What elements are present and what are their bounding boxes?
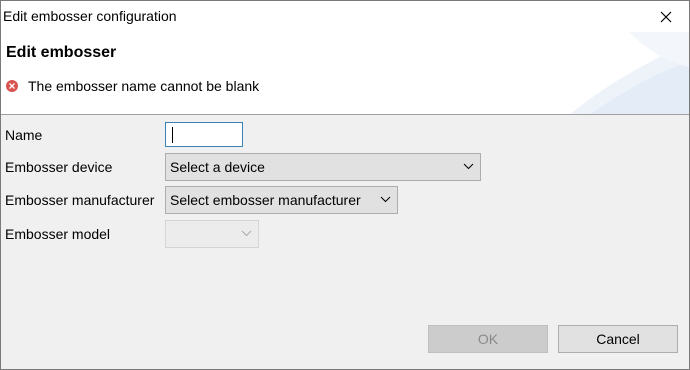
- dialog-window: Edit embosser configuration Edit embosse…: [0, 0, 690, 370]
- error-message: The embosser name cannot be blank: [28, 78, 260, 94]
- banner-decoration: [570, 32, 689, 114]
- close-button[interactable]: [643, 1, 689, 32]
- page-title: Edit embosser: [6, 44, 117, 61]
- device-select[interactable]: Select a device: [165, 153, 481, 181]
- close-icon: [660, 11, 672, 22]
- manufacturer-select[interactable]: Select embosser manufacturer: [165, 186, 398, 214]
- manufacturer-select-value: Select embosser manufacturer: [170, 192, 361, 208]
- name-label: Name: [5, 127, 43, 143]
- ok-button[interactable]: OK: [428, 325, 548, 353]
- name-field[interactable]: [165, 122, 243, 147]
- title-bar: Edit embosser configuration: [1, 1, 689, 32]
- header-banner: Edit embosser The embosser name cannot b…: [1, 32, 689, 115]
- text-caret: [172, 127, 173, 143]
- manufacturer-label: Embosser manufacturer: [5, 192, 155, 208]
- window-title: Edit embosser configuration: [3, 8, 177, 24]
- device-label: Embosser device: [5, 159, 113, 175]
- chevron-down-icon: [380, 196, 391, 203]
- model-select[interactable]: [165, 220, 259, 248]
- chevron-down-icon: [241, 230, 252, 237]
- model-label: Embosser model: [5, 226, 111, 242]
- error-message-row: The embosser name cannot be blank: [6, 78, 259, 94]
- cancel-button[interactable]: Cancel: [558, 325, 678, 353]
- device-select-value: Select a device: [170, 159, 265, 175]
- chevron-down-icon: [463, 163, 474, 170]
- error-icon: [6, 80, 18, 92]
